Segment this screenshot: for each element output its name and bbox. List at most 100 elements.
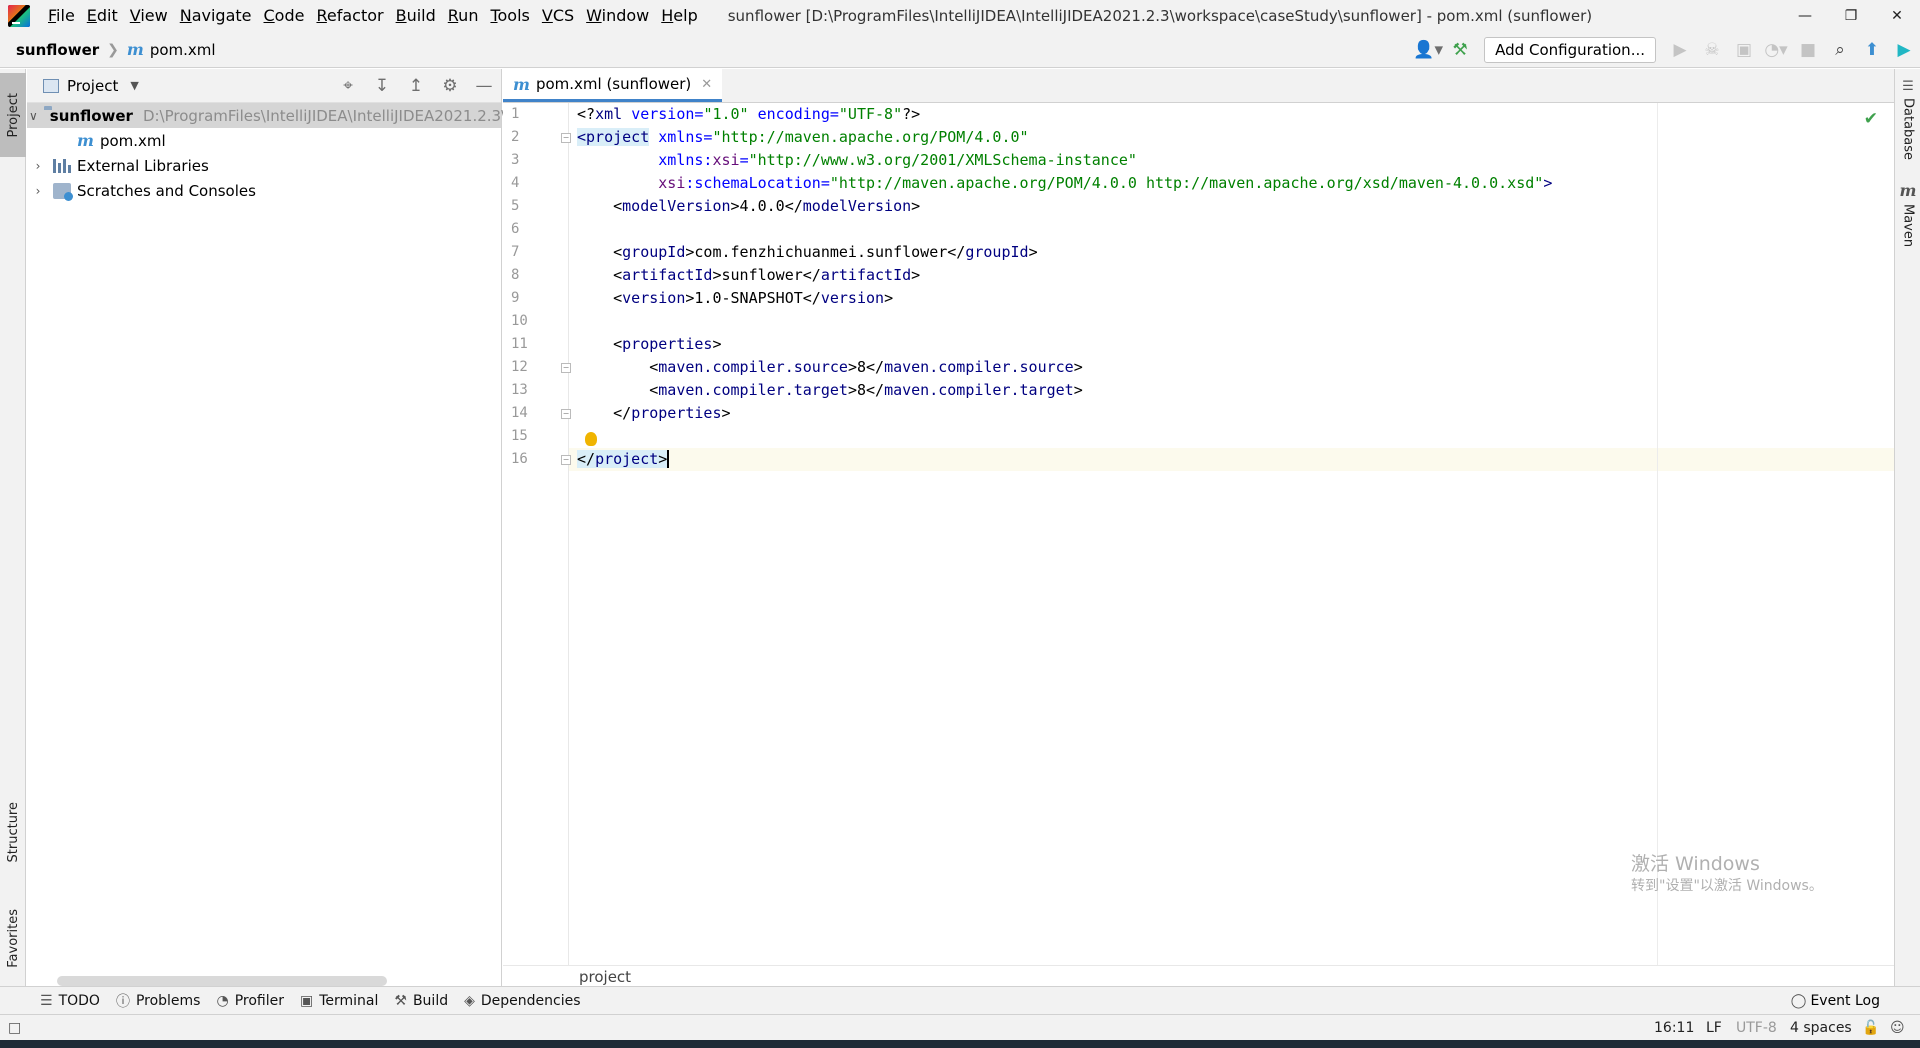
no-problems-check-icon[interactable]: ✔ — [1864, 109, 1878, 129]
tree-item-label: External Libraries — [77, 156, 209, 175]
tool-tab-build[interactable]: ⚒ Build — [394, 993, 448, 1009]
menu-run[interactable]: Run — [442, 0, 485, 32]
tool-tab-favorites[interactable]: Favorites — [0, 895, 26, 981]
tree-item-scratches[interactable]: › Scratches and Consoles — [27, 178, 501, 203]
close-tab-icon[interactable]: ✕ — [701, 77, 712, 92]
line-separator[interactable]: LF — [1706, 1020, 1722, 1036]
profile-icon[interactable]: ◔▾ — [1760, 32, 1792, 68]
line-number: 3 — [511, 152, 520, 168]
menu-edit[interactable]: Edit — [81, 0, 124, 32]
inspection-profile-icon[interactable]: ☺ — [1890, 1020, 1905, 1036]
select-opened-file-icon[interactable]: ⌖ — [331, 76, 365, 96]
menu-view[interactable]: View — [124, 0, 174, 32]
line-number: 12 — [511, 359, 528, 375]
library-icon — [53, 158, 71, 173]
editor-breadcrumb-project[interactable]: project — [579, 968, 631, 986]
code-line-16: </project> — [577, 450, 670, 468]
fold-marker-icon[interactable]: − — [561, 409, 571, 419]
fold-marker-icon[interactable]: − — [561, 455, 571, 465]
chevron-right-icon[interactable]: › — [29, 184, 47, 198]
menu-code[interactable]: Code — [258, 0, 311, 32]
stop-icon[interactable]: ■ — [1792, 32, 1824, 68]
intellij-logo-icon — [8, 5, 30, 27]
menu-window[interactable]: Window — [580, 0, 655, 32]
tree-item-external-libraries[interactable]: › External Libraries — [27, 153, 501, 178]
toggle-tool-windows-icon[interactable]: □ — [8, 1020, 21, 1036]
horizontal-scrollbar[interactable] — [57, 976, 387, 986]
line-number: 5 — [511, 198, 520, 214]
menu-vcs[interactable]: VCS — [536, 0, 580, 32]
file-encoding[interactable]: UTF-8 — [1736, 1020, 1777, 1036]
menu-build[interactable]: Build — [390, 0, 442, 32]
tool-tab-terminal[interactable]: ▣ Terminal — [300, 993, 378, 1009]
fold-marker-icon[interactable]: − — [561, 133, 571, 143]
search-icon[interactable]: ⌕ — [1824, 32, 1856, 68]
tool-tab-structure[interactable]: Structure — [0, 789, 26, 875]
code-line-14: </properties> — [577, 404, 731, 422]
code-line-3: xmlns:xsi="http://www.w3.org/2001/XMLSch… — [658, 151, 1137, 169]
update-icon[interactable]: ⬆ — [1856, 32, 1888, 68]
lightbulb-icon[interactable] — [585, 432, 597, 446]
tool-tab-todo[interactable]: ☰ TODO — [40, 993, 100, 1009]
right-tool-strip: ☰ Database m Maven — [1894, 69, 1920, 986]
chevron-down-icon[interactable]: ▼ — [130, 79, 138, 92]
expand-all-icon[interactable]: ↧ — [365, 76, 399, 96]
editor-area: m pom.xml (sunflower) ✕ 1 2 3 4 5 6 7 8 … — [503, 69, 1894, 986]
debug-icon[interactable]: ☠ — [1696, 32, 1728, 68]
breadcrumb-file[interactable]: pom.xml — [150, 41, 216, 59]
tool-tab-profiler[interactable]: ◔ Profiler — [216, 993, 284, 1009]
user-account-icon[interactable]: 👤▾ — [1412, 32, 1444, 68]
indent-setting[interactable]: 4 spaces — [1790, 1020, 1852, 1036]
menu-tools[interactable]: Tools — [484, 0, 535, 32]
menu-refactor[interactable]: Refactor — [310, 0, 389, 32]
project-view-icon — [43, 78, 59, 93]
read-only-lock-icon[interactable]: 🔓 — [1862, 1020, 1879, 1036]
fold-marker-icon[interactable]: − — [561, 363, 571, 373]
collapse-all-icon[interactable]: ↥ — [399, 76, 433, 96]
project-panel-header: Project ▼ ⌖ ↧ ↥ ⚙ — — [27, 69, 501, 103]
code-with-me-icon[interactable]: ▶ — [1888, 32, 1920, 68]
maven-icon: m — [1899, 181, 1917, 200]
chevron-down-icon[interactable]: ∨ — [29, 109, 38, 123]
editor-breadcrumb-bar: project — [503, 965, 1894, 986]
project-panel-title[interactable]: Project — [67, 77, 118, 95]
bottom-tool-bar: ☰ TODO ⓘ Problems ◔ Profiler ▣ Terminal ⚒ Bui… — [0, 986, 1920, 1014]
chevron-right-icon[interactable]: › — [29, 159, 47, 173]
breadcrumb-project[interactable]: sunflower — [16, 41, 99, 59]
minimize-button[interactable]: — — [1782, 0, 1828, 32]
code-editor[interactable]: 1 2 3 4 5 6 7 8 9 10 11 12 13 14 15 16 −… — [503, 103, 1894, 965]
line-number: 7 — [511, 244, 520, 260]
caret-position[interactable]: 16:11 — [1654, 1020, 1694, 1036]
tool-tab-problems[interactable]: ⓘ Problems — [116, 991, 201, 1011]
tree-item-label: pom.xml — [99, 131, 166, 150]
tree-item-pom[interactable]: m pom.xml — [27, 128, 501, 153]
windows-activation-watermark: 激活 Windows — [1631, 853, 1760, 875]
editor-tab-pom[interactable]: m pom.xml (sunflower) ✕ — [503, 69, 723, 102]
build-hammer-icon[interactable]: ⚒ — [1444, 32, 1476, 68]
tree-item-path: D:\ProgramFiles\IntelliJIDEA\IntelliJIDE… — [142, 106, 519, 125]
tool-tab-event-log[interactable]: ◯ Event Log — [1791, 987, 1880, 1015]
run-icon[interactable]: ▶ — [1664, 32, 1696, 68]
tool-tab-database[interactable]: ☰ Database — [1895, 79, 1920, 160]
close-window-button[interactable]: ✕ — [1874, 0, 1920, 32]
menu-navigate[interactable]: Navigate — [174, 0, 258, 32]
tree-item-sunflower[interactable]: ∨ sunflower D:\ProgramFiles\IntelliJIDEA… — [27, 103, 518, 128]
line-number: 10 — [511, 313, 528, 329]
run-with-coverage-icon[interactable]: ▣ — [1728, 32, 1760, 68]
add-configuration-button[interactable]: Add Configuration... — [1484, 37, 1656, 63]
code-line-11: <properties> — [577, 335, 722, 353]
code-line-8: <artifactId>sunflower</artifactId> — [577, 266, 921, 284]
code-line-12: <maven.compiler.source>8</maven.compiler… — [577, 358, 1083, 376]
database-icon: ☰ — [1902, 79, 1914, 94]
event-log-icon: ◯ — [1790, 993, 1807, 1009]
terminal-icon: ▣ — [299, 992, 314, 1009]
menu-help[interactable]: Help — [655, 0, 703, 32]
line-number: 13 — [511, 382, 528, 398]
tool-tab-dependencies[interactable]: ◈ Dependencies — [464, 993, 580, 1009]
tool-tab-maven[interactable]: m Maven — [1895, 181, 1920, 247]
restore-button[interactable]: ❐ — [1828, 0, 1874, 32]
tool-tab-project[interactable]: Project — [0, 73, 26, 157]
hide-panel-icon[interactable]: — — [467, 76, 501, 96]
gear-icon[interactable]: ⚙ — [433, 76, 467, 96]
menu-file[interactable]: File — [42, 0, 81, 32]
